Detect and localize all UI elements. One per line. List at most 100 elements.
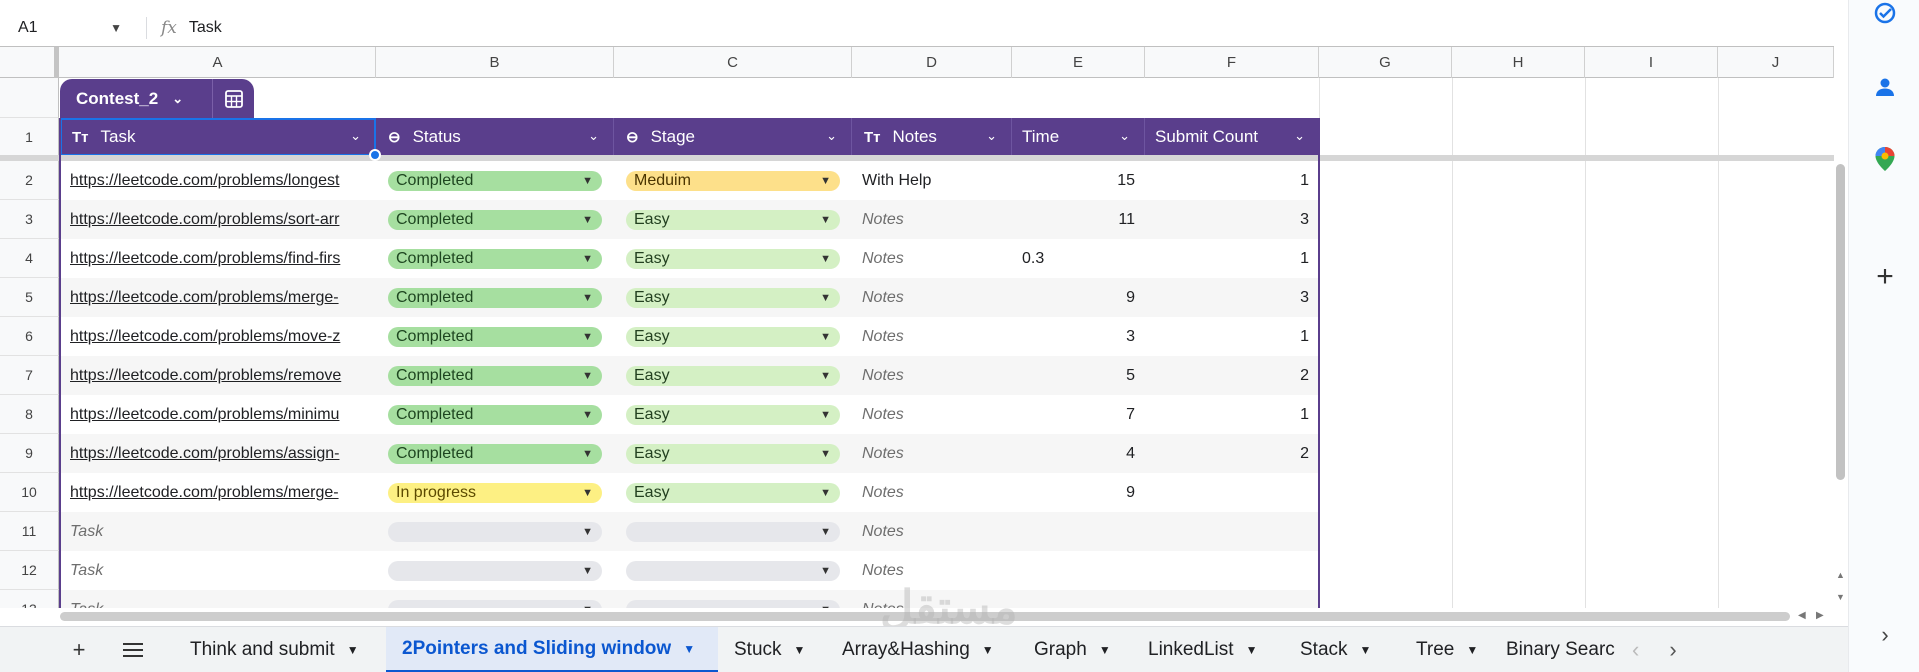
task-cell[interactable]: https://leetcode.com/problems/find-firs	[70, 239, 370, 278]
chevron-down-icon[interactable]: ⌄	[1294, 128, 1305, 144]
task-cell[interactable]: Task	[70, 551, 370, 590]
chevron-down-icon[interactable]: ▼	[110, 21, 122, 35]
column-header[interactable]: F	[1145, 47, 1319, 78]
stage-dropdown[interactable]: Easy ▼	[626, 249, 840, 269]
time-cell[interactable]: 9	[1012, 278, 1135, 317]
task-cell[interactable]: https://leetcode.com/problems/longest	[70, 161, 370, 200]
dropdown-arrow-icon[interactable]: ▼	[820, 327, 831, 347]
name-box[interactable]: A1 ▼	[0, 11, 138, 45]
calculator-icon[interactable]	[212, 79, 254, 118]
task-cell[interactable]: https://leetcode.com/problems/sort-arr	[70, 200, 370, 239]
stage-dropdown[interactable]: Meduim ▼	[626, 171, 840, 191]
chevron-down-icon[interactable]: ⌄	[1119, 128, 1130, 144]
chevron-left-icon[interactable]: ‹	[1632, 637, 1639, 663]
dropdown-arrow-icon[interactable]: ▼	[582, 522, 593, 542]
dropdown-arrow-icon[interactable]: ▼	[582, 210, 593, 230]
task-cell[interactable]: https://leetcode.com/problems/assign-	[70, 434, 370, 473]
stage-dropdown[interactable]: Easy ▼	[626, 444, 840, 464]
header-time[interactable]: Time ⌄	[1012, 118, 1145, 156]
submit-count-cell[interactable]: 1	[1145, 161, 1309, 200]
stage-dropdown[interactable]: ▼	[626, 561, 840, 581]
stage-dropdown[interactable]: Easy ▼	[626, 327, 840, 347]
row-header[interactable]: 7	[0, 356, 59, 395]
dropdown-arrow-icon[interactable]: ▼	[820, 171, 831, 191]
column-header[interactable]: B	[376, 47, 614, 78]
notes-cell[interactable]: Notes	[862, 317, 1012, 356]
dropdown-arrow-icon[interactable]: ▼	[582, 561, 593, 581]
row-header[interactable]: 10	[0, 473, 59, 512]
dropdown-arrow-icon[interactable]: ▼	[582, 288, 593, 308]
row-header[interactable]: 2	[0, 161, 59, 200]
status-dropdown[interactable]: Completed ▼	[388, 444, 602, 464]
notes-cell[interactable]: Notes	[862, 434, 1012, 473]
header-notes[interactable]: Tт Notes ⌄	[852, 118, 1012, 156]
status-dropdown[interactable]: Completed ▼	[388, 249, 602, 269]
dropdown-arrow-icon[interactable]: ▼	[982, 643, 994, 657]
dropdown-arrow-icon[interactable]: ▼	[820, 249, 831, 269]
stage-dropdown[interactable]: Easy ▼	[626, 366, 840, 386]
dropdown-arrow-icon[interactable]: ▼	[683, 642, 695, 656]
submit-count-cell[interactable]: 1	[1145, 239, 1309, 278]
time-cell[interactable]: 3	[1012, 317, 1135, 356]
time-cell[interactable]	[1012, 590, 1135, 608]
notes-cell[interactable]: Notes	[862, 473, 1012, 512]
status-dropdown[interactable]: Completed ▼	[388, 288, 602, 308]
horizontal-scrollbar[interactable]: ◀ ▶	[60, 608, 1834, 625]
scroll-down-icon[interactable]: ▼	[1836, 592, 1845, 602]
column-header[interactable]: A	[60, 47, 376, 78]
time-cell[interactable]: 7	[1012, 395, 1135, 434]
submit-count-cell[interactable]	[1145, 590, 1309, 608]
dropdown-arrow-icon[interactable]: ▼	[582, 366, 593, 386]
chevron-down-icon[interactable]: ⌄	[350, 128, 361, 144]
scroll-right-icon[interactable]: ▶	[1816, 610, 1824, 621]
dropdown-arrow-icon[interactable]: ▼	[582, 444, 593, 464]
dropdown-arrow-icon[interactable]: ▼	[1466, 643, 1478, 657]
chevron-down-icon[interactable]: ⌄	[986, 128, 997, 144]
maps-icon[interactable]	[1872, 146, 1898, 172]
row-header[interactable]: 4	[0, 239, 59, 278]
column-header[interactable]: G	[1319, 47, 1452, 78]
time-cell[interactable]: 4	[1012, 434, 1135, 473]
sheet-tab[interactable]: Think and submit ▼	[174, 627, 386, 672]
notes-cell[interactable]: Notes	[862, 278, 1012, 317]
time-cell[interactable]	[1012, 551, 1135, 590]
time-cell[interactable]: 9	[1012, 473, 1135, 512]
dropdown-arrow-icon[interactable]: ▼	[582, 483, 593, 503]
dropdown-arrow-icon[interactable]: ▼	[820, 444, 831, 464]
notes-cell[interactable]: Notes	[862, 395, 1012, 434]
time-cell[interactable]: 11	[1012, 200, 1135, 239]
row-header[interactable]: 11	[0, 512, 59, 551]
time-cell[interactable]: 0.3	[1022, 239, 1135, 278]
scroll-left-icon[interactable]: ◀	[1798, 610, 1806, 621]
chevron-down-icon[interactable]: ⌄	[588, 128, 599, 144]
task-cell[interactable]: Task	[70, 512, 370, 551]
scroll-thumb[interactable]	[60, 612, 1790, 621]
time-cell[interactable]	[1012, 512, 1135, 551]
column-header[interactable]: I	[1585, 47, 1718, 78]
vertical-scrollbar[interactable]: ▲ ▼	[1834, 160, 1848, 610]
dropdown-arrow-icon[interactable]: ▼	[582, 171, 593, 191]
dropdown-arrow-icon[interactable]: ▼	[582, 600, 593, 608]
add-sheet-button[interactable]: +	[62, 627, 96, 672]
status-dropdown[interactable]: ▼	[388, 522, 602, 542]
column-header[interactable]: J	[1718, 47, 1834, 78]
status-dropdown[interactable]: Completed ▼	[388, 327, 602, 347]
sheet-tab[interactable]: LinkedList ▼	[1132, 627, 1284, 672]
stage-dropdown[interactable]: Easy ▼	[626, 210, 840, 230]
notes-cell[interactable]: Notes	[862, 239, 1012, 278]
submit-count-cell[interactable]: 3	[1145, 200, 1309, 239]
dropdown-arrow-icon[interactable]: ▼	[582, 405, 593, 425]
status-dropdown[interactable]: Completed ▼	[388, 366, 602, 386]
header-submit-count[interactable]: Submit Count ⌄	[1145, 118, 1319, 156]
stage-dropdown[interactable]: Easy ▼	[626, 483, 840, 503]
row-header[interactable]: 3	[0, 200, 59, 239]
column-header[interactable]: E	[1012, 47, 1145, 78]
chevron-right-icon[interactable]: ›	[1872, 622, 1898, 648]
dropdown-arrow-icon[interactable]: ▼	[820, 405, 831, 425]
task-cell[interactable]: https://leetcode.com/problems/remove	[70, 356, 370, 395]
dropdown-arrow-icon[interactable]: ▼	[794, 643, 806, 657]
column-header[interactable]: H	[1452, 47, 1585, 78]
stage-dropdown[interactable]: Easy ▼	[626, 288, 840, 308]
status-dropdown[interactable]: Completed ▼	[388, 171, 602, 191]
dropdown-arrow-icon[interactable]: ▼	[820, 522, 831, 542]
